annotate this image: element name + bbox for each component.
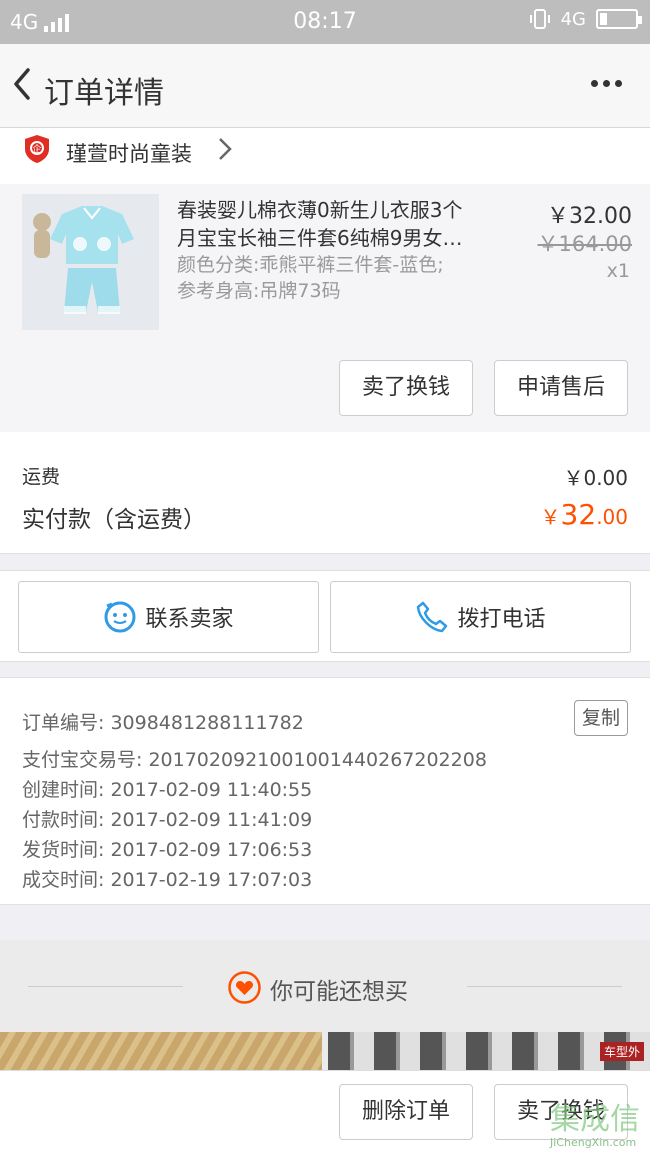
paid-currency: ￥ <box>540 505 561 529</box>
back-icon[interactable] <box>8 64 38 104</box>
watermark-url: JiChengXin.com <box>550 1136 637 1149</box>
item-original-price: ￥164.00 <box>537 232 632 256</box>
status-right: 4G <box>529 8 642 30</box>
alipay-trade-number: 支付宝交易号: 2017020921001001440267202208 <box>22 749 487 771</box>
recommend-title: 你可能还想买 <box>270 979 408 1005</box>
recommend-thumbnails: 车型外 <box>0 1032 650 1070</box>
shop-name[interactable]: 瑾萱时尚童装 <box>66 138 192 168</box>
call-phone-label: 拨打电话 <box>457 607 546 632</box>
order-item[interactable]: 春装婴儿棉衣薄0新生儿衣服3个 月宝宝长袖三件套6纯棉9男女… 颜色分类:乖熊平… <box>0 184 650 432</box>
product-title-line2: 月宝宝长袖三件套6纯棉9男女… <box>177 226 463 250</box>
product-title-line1: 春装婴儿棉衣薄0新生儿衣服3个 <box>177 198 463 222</box>
status-bar: 4G 08:17 4G <box>0 0 650 44</box>
shipping-value: ￥0.00 <box>563 466 628 490</box>
thumb-tag: 车型外 <box>599 1042 644 1061</box>
order-number: 订单编号: 3098481288111782 <box>22 712 304 734</box>
order-info: 订单编号: 3098481288111782 复制 支付宝交易号: 201702… <box>0 677 650 905</box>
vibrate-icon <box>529 9 550 29</box>
bottom-action-bar: 删除订单 卖了换钱 集成信 JiChengXin.com <box>0 1070 650 1155</box>
heart-icon <box>228 971 261 1004</box>
paid-label: 实付款（含运费） <box>22 507 206 533</box>
chevron-right-icon[interactable] <box>216 136 234 162</box>
contact-seller-button[interactable]: 联系卖家 <box>18 581 319 653</box>
chat-bubble-icon <box>104 601 136 633</box>
product-image[interactable] <box>22 194 159 330</box>
item-quantity: x1 <box>606 260 630 282</box>
divider-right <box>467 986 622 987</box>
recommend-product-image-1[interactable] <box>0 1032 322 1070</box>
paid-time: 付款时间: 2017-02-09 11:41:09 <box>22 809 313 831</box>
nav-bar: 订单详情 <box>0 44 650 128</box>
shop-badge-icon: 企 <box>25 135 49 163</box>
product-title[interactable]: 春装婴儿棉衣薄0新生儿衣服3个 月宝宝长袖三件套6纯棉9男女… <box>177 196 497 252</box>
paid-decimal: .00 <box>596 505 628 529</box>
more-icon[interactable] <box>591 80 622 87</box>
watermark: 集成信 JiChengXin.com <box>550 1102 640 1150</box>
paid-integer: 32 <box>560 498 597 531</box>
divider-left <box>28 986 183 987</box>
after-sale-button[interactable]: 申请售后 <box>494 360 628 416</box>
resell-button[interactable]: 卖了换钱 <box>339 360 473 416</box>
fee-summary: 运费 ￥0.00 实付款（含运费） ￥32.00 <box>0 432 650 554</box>
recommend-header: 你可能还想买 <box>0 940 650 1032</box>
delete-order-button[interactable]: 删除订单 <box>339 1084 473 1140</box>
created-time: 创建时间: 2017-02-09 11:40:55 <box>22 779 313 801</box>
contact-bar: 联系卖家 拨打电话 <box>0 570 650 662</box>
copy-button[interactable]: 复制 <box>574 700 628 736</box>
call-phone-button[interactable]: 拨打电话 <box>330 581 631 653</box>
network-label-right: 4G <box>560 8 586 30</box>
watermark-logo: 集成信 <box>550 1102 640 1137</box>
sku-height: 参考身高:吊牌73码 <box>177 280 341 302</box>
recommend-product-image-2[interactable]: 车型外 <box>328 1032 650 1070</box>
shop-row[interactable]: 企 瑾萱时尚童装 <box>0 128 650 184</box>
shipped-time: 发货时间: 2017-02-09 17:06:53 <box>22 839 313 861</box>
sku-color: 颜色分类:乖熊平裤三件套-蓝色; <box>177 254 444 276</box>
product-sku: 颜色分类:乖熊平裤三件套-蓝色; 参考身高:吊牌73码 <box>177 252 497 304</box>
page-title: 订单详情 <box>44 76 164 111</box>
item-price: ￥32.00 <box>547 204 632 229</box>
baby-clothes-image <box>22 194 159 330</box>
svg-text:企: 企 <box>32 143 41 155</box>
battery-icon <box>596 9 642 29</box>
shipping-label: 运费 <box>22 466 61 488</box>
contact-seller-label: 联系卖家 <box>145 607 234 632</box>
phone-icon <box>417 601 448 633</box>
paid-amount: ￥32.00 <box>541 498 628 531</box>
completed-time: 成交时间: 2017-02-19 17:07:03 <box>22 869 313 891</box>
